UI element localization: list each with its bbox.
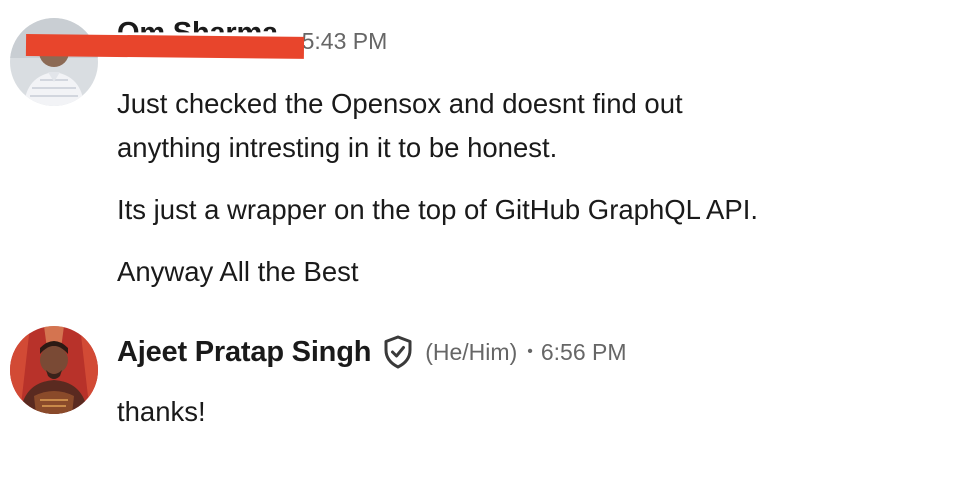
message-line: Anyway All the Best bbox=[117, 256, 359, 287]
message-body: Just checked the Opensox and doesnt find… bbox=[117, 82, 917, 312]
timestamp: 6:56 PM bbox=[540, 338, 627, 365]
message-paragraph: Just checked the Opensox and doesnt find… bbox=[117, 82, 917, 170]
message-header: Ajeet Pratap Singh (He/Him) • 6:56 PM bbox=[117, 332, 627, 372]
timestamp: 5:43 PM bbox=[301, 27, 388, 54]
author-name[interactable]: Ajeet Pratap Singh bbox=[117, 336, 371, 369]
message-line: anything intresting in it to be honest. bbox=[117, 132, 558, 163]
message-thread: Om Sharma • 5:43 PM Just checked the Ope… bbox=[0, 0, 964, 488]
message-paragraph: Its just a wrapper on the top of GitHub … bbox=[117, 188, 917, 232]
message-item: Ajeet Pratap Singh (He/Him) • 6:56 PM th… bbox=[0, 318, 964, 448]
message-item: Om Sharma • 5:43 PM Just checked the Ope… bbox=[0, 0, 964, 300]
message-line: thanks! bbox=[117, 396, 206, 427]
shield-check-icon[interactable] bbox=[383, 335, 413, 369]
message-paragraph: thanks! bbox=[117, 390, 917, 434]
message-body: thanks! bbox=[117, 390, 917, 452]
message-line: Its just a wrapper on the top of GitHub … bbox=[117, 194, 758, 225]
avatar[interactable] bbox=[10, 18, 98, 106]
separator-dot: • bbox=[527, 343, 533, 360]
avatar-photo bbox=[10, 18, 98, 106]
pronouns: (He/Him) bbox=[425, 338, 518, 365]
avatar-illustration bbox=[10, 326, 98, 414]
message-line: Just checked the Opensox and doesnt find… bbox=[117, 88, 683, 119]
redaction-mark bbox=[25, 34, 305, 59]
message-paragraph: Anyway All the Best bbox=[117, 250, 917, 294]
avatar[interactable] bbox=[10, 326, 98, 414]
